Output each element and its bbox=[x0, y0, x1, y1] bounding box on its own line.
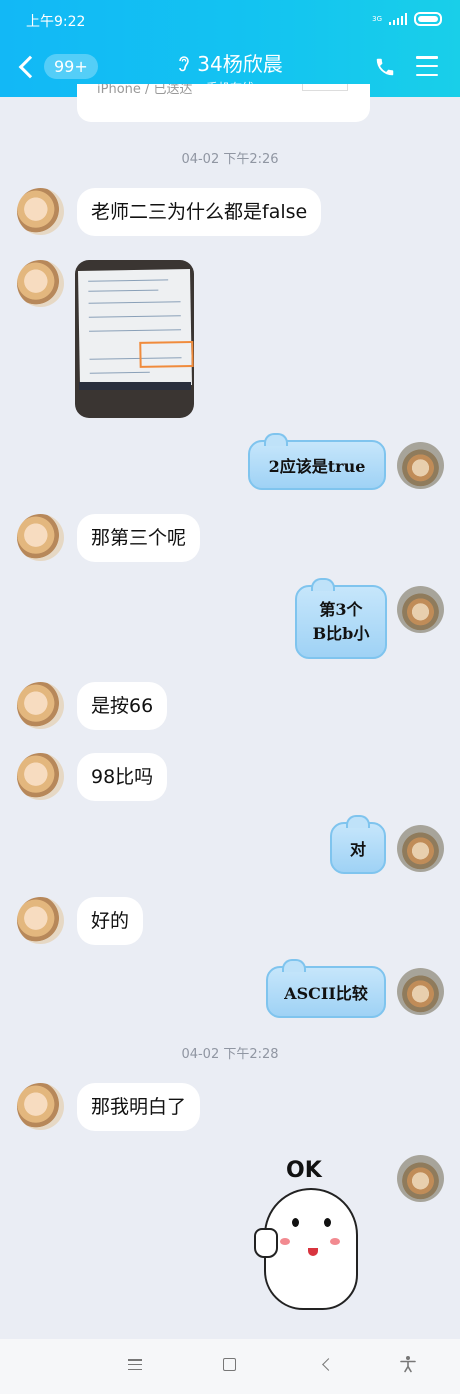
contact-avatar[interactable] bbox=[17, 682, 64, 729]
contact-avatar[interactable] bbox=[17, 897, 64, 944]
previous-message-text: iPhone / 已送达 bbox=[97, 84, 193, 97]
photo-taskbar bbox=[79, 382, 191, 390]
contact-avatar[interactable] bbox=[17, 1083, 64, 1130]
bubble-decoration-icon bbox=[282, 959, 306, 972]
phone-call-button[interactable] bbox=[374, 56, 396, 78]
ok-sticker-message[interactable]: OK bbox=[250, 1158, 370, 1310]
sent-message-text: 2应该是true bbox=[268, 457, 366, 476]
photo-highlight-box bbox=[139, 340, 194, 368]
received-message-bubble[interactable]: 老师二三为什么都是false bbox=[77, 188, 322, 236]
bubble-decoration-icon bbox=[346, 815, 370, 828]
battery-icon bbox=[414, 12, 442, 26]
previous-message-bubble[interactable]: iPhone / 已送达 bbox=[77, 84, 370, 122]
image-message[interactable] bbox=[75, 260, 194, 418]
sent-message-bubble[interactable]: 第3个 B比b小 bbox=[295, 578, 387, 659]
my-avatar[interactable] bbox=[397, 968, 444, 1015]
sticker-mouth bbox=[308, 1248, 318, 1256]
my-avatar[interactable] bbox=[397, 442, 444, 489]
signal-icon bbox=[389, 13, 407, 25]
my-avatar[interactable] bbox=[397, 586, 444, 633]
chat-header: 上午9:22 3G 99+ 34杨欣晨 手机在线 bbox=[0, 0, 460, 97]
received-message-bubble[interactable]: 那我明白了 bbox=[77, 1083, 201, 1131]
contact-name: 34杨欣晨 bbox=[197, 52, 283, 76]
received-message-bubble[interactable]: 是按66 bbox=[77, 682, 168, 730]
timestamp-separator: 04-02 下午2:28 bbox=[181, 1047, 279, 1062]
my-avatar[interactable] bbox=[397, 825, 444, 872]
photo-worksheet bbox=[77, 269, 194, 387]
received-message-bubble[interactable]: 好的 bbox=[77, 897, 144, 945]
sticker-character bbox=[264, 1188, 358, 1310]
bubble-decoration-icon bbox=[264, 433, 288, 446]
contact-avatar[interactable] bbox=[17, 753, 64, 800]
nav-back-button[interactable] bbox=[322, 1358, 335, 1371]
nav-home-button[interactable] bbox=[223, 1358, 236, 1371]
sticker-eye-right bbox=[324, 1218, 331, 1227]
bubble-decoration-icon bbox=[311, 578, 335, 591]
sent-message-text: ASCII比较 bbox=[284, 984, 368, 1003]
contact-avatar[interactable] bbox=[17, 188, 64, 235]
sent-message-text-line2: B比b小 bbox=[312, 624, 370, 643]
my-avatar[interactable] bbox=[397, 1155, 444, 1202]
accessibility-button[interactable] bbox=[399, 1355, 417, 1373]
ear-icon bbox=[179, 55, 190, 71]
status-time: 上午9:22 bbox=[26, 14, 86, 30]
previous-message-attachment bbox=[302, 84, 348, 91]
nav-menu-button[interactable] bbox=[128, 1359, 142, 1370]
received-message-bubble[interactable]: 那第三个呢 bbox=[77, 514, 201, 562]
sticker-cheek-right bbox=[330, 1238, 340, 1245]
contact-avatar[interactable] bbox=[17, 260, 64, 307]
system-navigation-bar bbox=[0, 1339, 460, 1394]
sticker-text: OK bbox=[286, 1158, 322, 1183]
sent-message-bubble[interactable]: ASCII比较 bbox=[266, 959, 386, 1018]
menu-button[interactable] bbox=[416, 56, 438, 76]
sticker-ok-hand-icon bbox=[254, 1228, 278, 1258]
timestamp-separator: 04-02 下午2:26 bbox=[181, 152, 279, 167]
sent-message-bubble[interactable]: 2应该是true bbox=[248, 433, 386, 490]
received-message-bubble[interactable]: 98比吗 bbox=[77, 753, 168, 801]
sticker-cheek-left bbox=[280, 1238, 290, 1245]
contact-avatar[interactable] bbox=[17, 514, 64, 561]
sent-message-bubble[interactable]: 对 bbox=[330, 815, 386, 874]
network-type: 3G bbox=[372, 14, 382, 23]
sticker-eye-left bbox=[292, 1218, 299, 1227]
sent-message-text-line1: 第3个 bbox=[319, 600, 363, 619]
status-icons: 3G bbox=[372, 12, 442, 26]
sent-message-text: 对 bbox=[349, 840, 366, 859]
